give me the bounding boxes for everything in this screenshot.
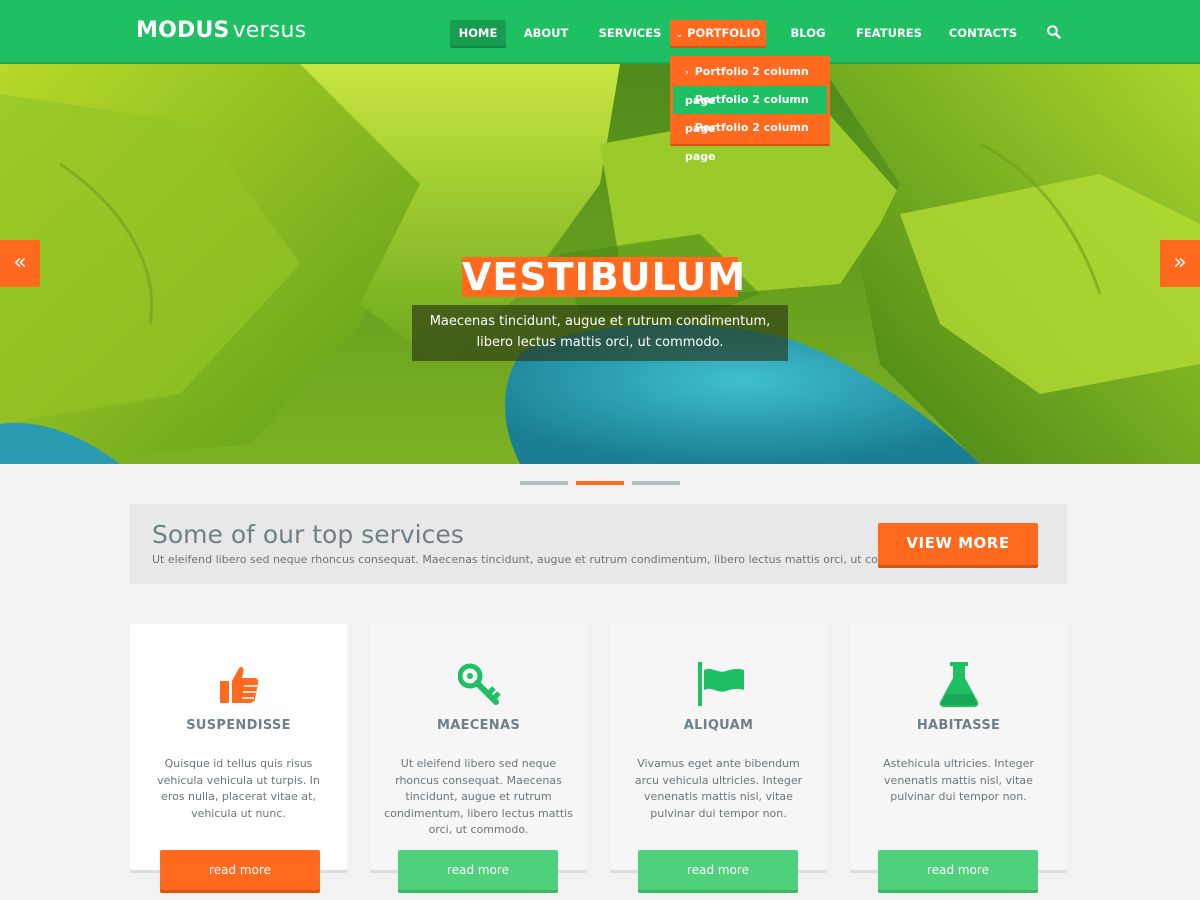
logo-light-text: versus	[232, 18, 307, 43]
nav-services-label: SERVICES	[598, 26, 662, 40]
slider-next-button[interactable]: »	[1160, 240, 1200, 287]
hero-caption-line-1: Maecenas tincidunt, augue et rutrum cond…	[429, 314, 771, 329]
chevron-right-icon: ›	[685, 96, 689, 106]
search-icon[interactable]	[1046, 24, 1062, 40]
service-card-aliquam: ALIQUAM Vivamus eget ante bibendum arcu …	[610, 624, 827, 870]
site-header: MODUS versus HOME ABOUT SERVICES ⌄ PORTFOL…	[0, 0, 1200, 64]
card-title: MAECENAS	[436, 718, 520, 733]
site-logo[interactable]: MODUS versus	[136, 18, 306, 43]
slider-prev-button[interactable]: «	[0, 240, 40, 287]
portfolio-dropdown-menu: ›Portfolio 2 column page ›Portfolio 2 co…	[670, 56, 830, 163]
flask-icon	[938, 662, 980, 708]
read-more-button-aliquam[interactable]: read more	[638, 850, 798, 890]
nav-about[interactable]: ABOUT	[518, 20, 574, 46]
chevron-right-icon: ›	[685, 124, 689, 134]
nav-features[interactable]: FEATURES	[856, 20, 922, 46]
read-more-button-suspendisse[interactable]: read more	[160, 850, 320, 890]
slider-dot-2[interactable]	[576, 481, 624, 485]
read-more-button-maecenas[interactable]: read more	[398, 850, 558, 890]
services-banner: Some of our top services Ut eleifend lib…	[130, 504, 1067, 584]
logo-bold-text: MODUS	[136, 18, 230, 43]
service-card-suspendisse: SUSPENDISSE Quisque id tellus quis risus…	[130, 624, 347, 870]
read-more-button-habitasse[interactable]: read more	[878, 850, 1038, 890]
dropdown-item-portfolio-1[interactable]: ›Portfolio 2 column page	[673, 58, 827, 107]
nav-contacts-label: CONTACTS	[948, 26, 1018, 40]
double-chevron-left-icon: «	[13, 250, 27, 275]
hero-title: VESTIBULUM	[462, 255, 747, 299]
card-text: Astehicula ultricies. Integer venenatis …	[883, 757, 1034, 803]
services-subtitle: Ut eleifend libero sed neque rhoncus con…	[152, 553, 924, 566]
nav-home-label: HOME	[458, 26, 498, 40]
hero-slider: VESTIBULUM Maecenas tincidunt, augue et …	[0, 64, 1200, 464]
hero-caption: Maecenas tincidunt, augue et rutrum cond…	[412, 305, 788, 361]
nav-portfolio[interactable]: ⌄ PORTFOLIO	[670, 20, 766, 46]
thumbs-up-icon	[218, 662, 260, 708]
chevron-down-icon: ⌄	[675, 30, 684, 40]
card-title: SUSPENDISSE	[186, 718, 291, 733]
nav-blog-label: BLOG	[790, 26, 826, 40]
card-title: ALIQUAM	[683, 718, 754, 733]
dropdown-item-portfolio-3[interactable]: › Portfolio 2 column page	[673, 114, 827, 163]
nav-contacts[interactable]: CONTACTS	[948, 20, 1018, 46]
nav-portfolio-label: PORTFOLIO	[687, 26, 761, 40]
nav-about-label: ABOUT	[523, 26, 569, 40]
double-chevron-right-icon: »	[1173, 250, 1187, 275]
hero-caption-line-2: libero lectus mattis orci, ut commodo.	[476, 335, 724, 350]
nav-services[interactable]: SERVICES	[596, 20, 664, 46]
key-icon	[457, 662, 501, 708]
slider-dot-1[interactable]	[520, 481, 568, 485]
chevron-right-icon: ›	[685, 68, 689, 78]
nav-features-label: FEATURES	[856, 26, 922, 40]
service-card-maecenas: MAECENAS Ut eleifend libero sed neque rh…	[370, 624, 587, 870]
card-title: HABITASSE	[916, 718, 1001, 733]
nav-home[interactable]: HOME	[450, 20, 506, 46]
service-card-habitasse: HABITASSE Astehicula ultricies. Integer …	[850, 624, 1067, 870]
card-text: Quisque id tellus quis risus vehicula ve…	[157, 757, 320, 820]
flag-icon	[697, 661, 744, 708]
view-more-button[interactable]: VIEW MORE	[878, 523, 1038, 565]
card-text: Vivamus eget ante bibendum arcu vehicula…	[634, 757, 803, 820]
nav-blog[interactable]: BLOG	[784, 20, 832, 46]
card-text: Ut eleifend libero sed neque rhoncus con…	[384, 757, 573, 836]
slider-dot-3[interactable]	[632, 481, 680, 485]
services-title: Some of our top services	[152, 520, 464, 549]
dropdown-item-portfolio-2[interactable]: › Portfolio 2 column page	[673, 86, 827, 135]
